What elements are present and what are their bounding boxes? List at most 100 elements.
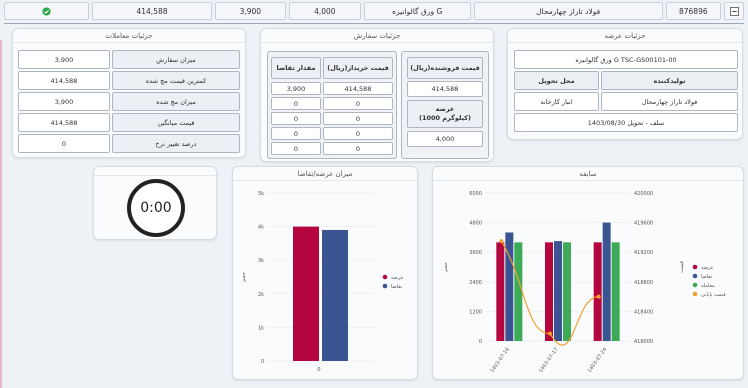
timer-header [94,167,216,176]
history-bar [505,232,514,341]
y-tick-label: 0 [261,359,264,365]
supply-details-card: جزئیات عرضه ورق گالوانیزه G TSC-GS00101-… [507,28,743,140]
trade-row: 414,588 قیمت میانگین [18,113,240,132]
legend-label: تقاضا [391,284,403,290]
trade-row: 3,900 میزان سفارش [18,50,240,69]
order-details-title: جزئیات سفارش [261,29,493,43]
x-tick-label: 0 [317,367,320,373]
legend-label: عرضه [391,275,404,281]
trade-value: 3,900 [18,50,110,69]
right-axis-label: قیمت [679,261,685,273]
trade-details-card: جزئیات معاملات 3,900 میزان سفارش 414,588 کم… [12,28,246,158]
legend-marker [692,291,698,297]
left-axis-label: حجم [443,262,449,272]
y-tick-label: 2k [258,292,264,298]
history-bar [545,242,553,341]
history-chart-card: سابقه 6000 420000 4800 419600 3600 419200 2400… [432,166,744,380]
order-row: 00 [271,142,393,155]
demand-qty: 0 [271,127,321,140]
left-tick-label: 6000 [469,191,482,197]
legend-label: قیمت پایانی [701,292,726,298]
y-tick-label: 1k [258,325,264,331]
trade-label: میزان مچ شده [112,92,240,111]
buyer-price: 0 [323,112,393,125]
buyer-price: 0 [323,127,393,140]
history-bar [563,242,571,341]
trade-details-title: جزئیات معاملات [13,29,245,43]
left-tick-label: 3600 [469,250,482,256]
seller-price: 414,588 [407,81,483,97]
legend-marker [692,273,698,279]
order-row: 00 [271,127,393,140]
history-bar [611,242,620,341]
y-tick-label: 3k [258,258,264,264]
right-tick-label: 419200 [634,250,653,256]
demand-qty: 0 [271,142,321,155]
summary-bar: 414,588 3,900 4,000 ورق گالوانیزه G فولا… [4,2,744,20]
legend-marker [692,282,698,288]
order-row: 00 [271,112,393,125]
history-bar [602,222,611,341]
supply-demand-chart-title: میزان عرضه/تقاضا [233,167,417,181]
y-axis-label: حجم [241,272,247,282]
timer-card: 0:00 [93,166,217,240]
delivery-value: انبار کارخانه [514,92,599,111]
code-cell: 876896 [665,2,722,20]
check-circle-icon [42,6,51,16]
trade-label: قیمت میانگین [112,113,240,132]
delivery-label: محل تحویل [514,71,599,90]
buyer-price: 0 [323,97,393,110]
right-tick-label: 420000 [634,191,653,197]
settlement-value: سلف - تحویل 1403/08/30 [514,113,738,132]
trade-label: میزان سفارش [112,50,240,69]
history-bar [554,241,562,341]
bar-demand [322,229,348,361]
history-chart: 6000 420000 4800 419600 3600 419200 2400 418800… [443,191,726,374]
price-point [596,294,601,299]
history-bar [496,242,505,341]
minus-box-icon [729,6,739,16]
left-tick-label: 4800 [469,221,482,227]
trade-row: 414,588 کمترین قیمت مچ شده [18,71,240,90]
supply-demand-chart-card: میزان عرضه/تقاضا 5k 4k 3k 2k 1k 0 حجم 0 عرضه تقاض… [232,166,418,380]
trade-value: 414,588 [18,71,110,90]
buyer-price: 414,588 [323,82,393,95]
trade-label: درصد تغییر نرخ [112,134,240,153]
buyer-price: 0 [323,142,393,155]
trade-row: 0 درصد تغییر نرخ [18,134,240,153]
right-tick-label: 419600 [634,221,653,227]
history-chart-title: سابقه [433,167,743,181]
history-bar [514,242,523,341]
right-tick-label: 418400 [634,309,653,315]
supply-details-title: جزئیات عرضه [508,29,742,43]
order-row: 00 [271,97,393,110]
bar-supply [293,226,319,361]
right-tick-label: 418800 [634,280,653,286]
supply-value: 4,000 [407,131,483,147]
seller-price-header: قیمت فروشنده(ریال) [407,57,483,79]
qty-cell: 3,900 [214,2,287,20]
price-cell: 414,588 [92,2,212,20]
left-tick-label: 0 [479,339,482,345]
price-point [548,331,552,336]
producer-cell: فولاد تاراز چهارمحال [473,2,663,20]
x-tick-label: 1403-07-16 [489,347,511,374]
collapse-button[interactable] [724,2,744,20]
producer-value: فولاد تاراز چهارمحال [601,92,738,111]
volume-cell: 4,000 [289,2,361,20]
history-bar [593,242,602,341]
legend-marker [382,283,388,289]
left-edge-strip [0,40,2,388]
legend-label: تقاضا [701,274,713,280]
y-tick-label: 5k [258,191,264,197]
product-cell: ورق گالوانیزه G [363,2,471,20]
supply-demand-chart: 5k 4k 3k 2k 1k 0 حجم 0 عرضه تقاضا [241,191,404,373]
divider [4,23,744,24]
status-cell [4,2,90,20]
price-point [499,239,504,244]
right-tick-label: 418000 [634,339,653,345]
producer-label: تولیدکننده [601,71,738,90]
legend-label: عرضه [701,265,714,271]
trade-label: کمترین قیمت مچ شده [112,71,240,90]
buyer-price-header: قیمت خریدار(ریال) [323,57,393,79]
